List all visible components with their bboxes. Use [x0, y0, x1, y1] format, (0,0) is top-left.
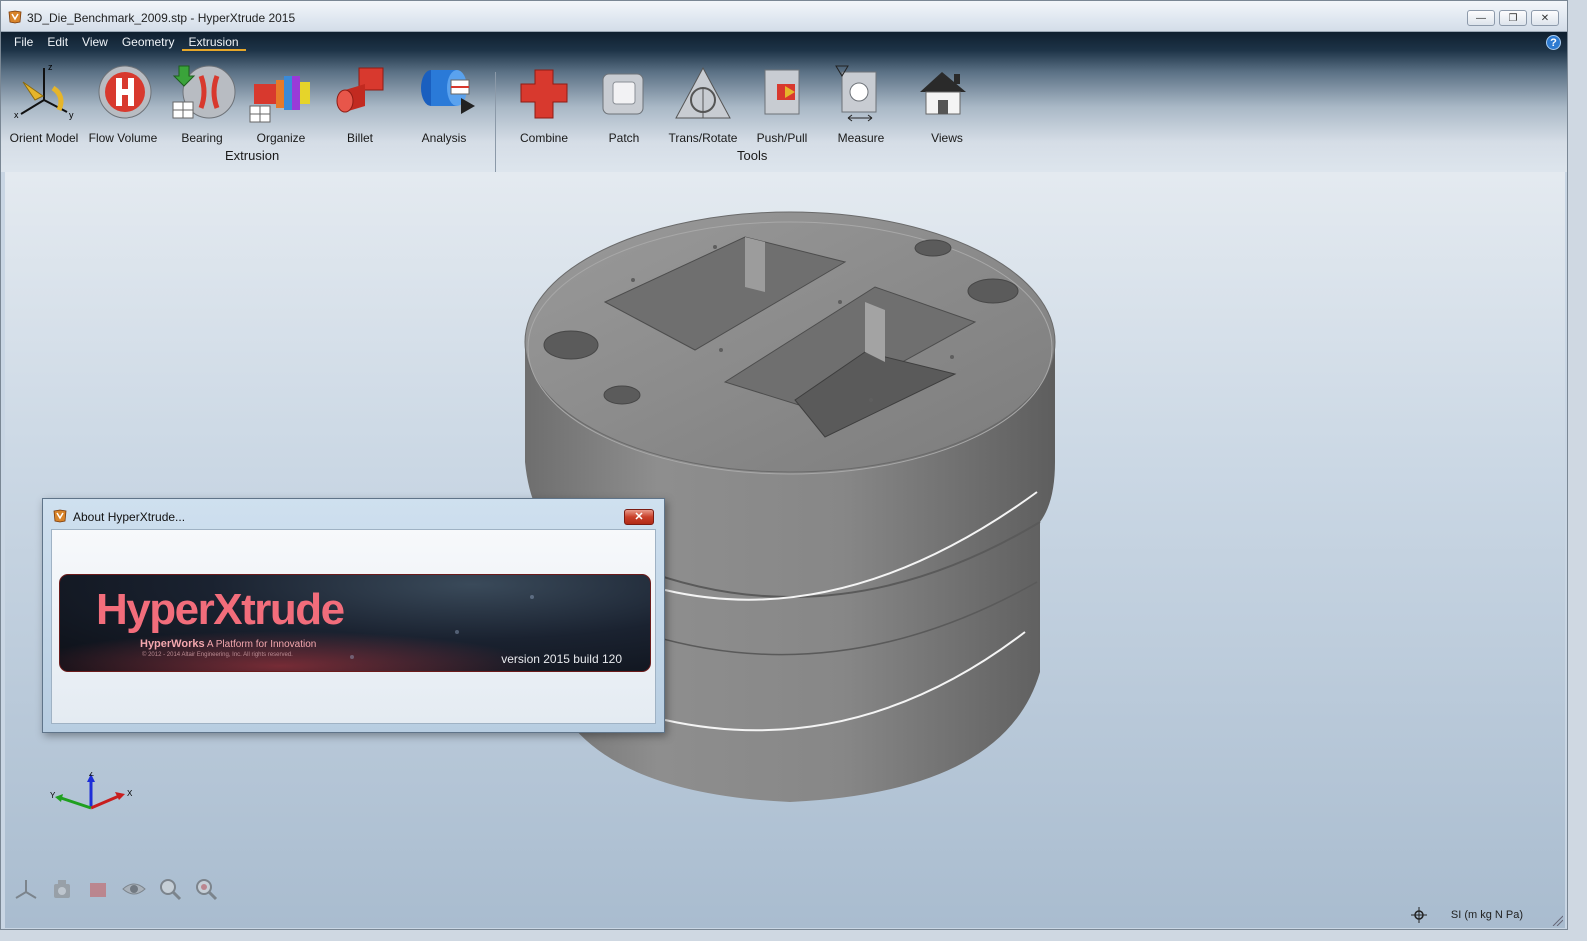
help-icon[interactable]: ? [1546, 35, 1561, 50]
product-logo: HyperXtrude [96, 585, 345, 634]
triad-z-label: Z [89, 772, 94, 778]
menu-geometry[interactable]: Geometry [115, 33, 182, 51]
measure-button[interactable]: Measure [821, 62, 901, 145]
analysis-label: Analysis [421, 131, 467, 145]
minimize-icon: — [1476, 12, 1486, 24]
orient-model-icon: z x y [14, 62, 74, 120]
about-dialog-titlebar[interactable]: About HyperXtrude... ✕ [43, 499, 664, 527]
views-label: Views [931, 131, 963, 145]
combine-icon [520, 69, 568, 119]
combine-button[interactable]: Combine [504, 62, 584, 145]
copyright-text: © 2012 - 2014 Altair Engineering, Inc. A… [142, 652, 293, 658]
flow-volume-icon [98, 65, 152, 119]
eye-icon[interactable] [121, 876, 147, 902]
organize-button[interactable]: Organize [241, 62, 321, 145]
product-banner: HyperXtrude HyperWorks A Platform for In… [59, 574, 651, 672]
bearing-button[interactable]: Bearing [162, 62, 242, 145]
window-title: 3D_Die_Benchmark_2009.stp - HyperXtrude … [27, 11, 296, 25]
about-dialog-title: About HyperXtrude... [73, 510, 186, 524]
measure-icon [835, 65, 877, 122]
patch-icon [602, 73, 644, 115]
menu-file[interactable]: File [7, 33, 40, 51]
close-icon: ✕ [634, 511, 644, 523]
version-text: version 2015 build 120 [501, 652, 622, 666]
restore-icon: ❐ [1508, 12, 1518, 24]
analysis-icon [421, 70, 475, 114]
zoom-area-icon[interactable] [193, 876, 219, 902]
units-label[interactable]: SI (m kg N Pa) [1451, 909, 1523, 921]
ribbon: File Edit View Geometry Extrusion ? z x … [1, 32, 1567, 192]
tagline-brand: HyperWorks [140, 638, 205, 650]
flow-volume-button[interactable]: Flow Volume [83, 62, 163, 145]
app-icon [53, 509, 67, 523]
axis-view-icon[interactable] [13, 876, 39, 902]
view-toolbar [13, 876, 219, 902]
menu-bar: File Edit View Geometry Extrusion [7, 33, 246, 51]
menu-extrusion[interactable]: Extrusion [181, 33, 246, 51]
about-close-button[interactable]: ✕ [624, 509, 654, 525]
snap-icon[interactable] [1411, 907, 1427, 923]
push-pull-icon [764, 69, 800, 115]
views-icon [920, 72, 966, 115]
fit-view-icon[interactable] [85, 876, 111, 902]
application-window: 3D_Die_Benchmark_2009.stp - HyperXtrude … [0, 0, 1568, 930]
triad-x-label: X [127, 789, 133, 798]
minimize-button[interactable]: — [1467, 10, 1495, 26]
tools-group-label: Tools [737, 148, 768, 163]
close-icon: ✕ [1540, 12, 1550, 24]
billet-icon [336, 67, 384, 113]
resize-grip-icon[interactable] [1551, 914, 1563, 926]
push-pull-button[interactable]: Push/Pull [742, 62, 822, 145]
title-bar: 3D_Die_Benchmark_2009.stp - HyperXtrude … [1, 1, 1567, 32]
svg-text:z: z [48, 62, 53, 72]
about-dialog-body: HyperXtrude HyperWorks A Platform for In… [51, 529, 656, 724]
views-button[interactable]: Views [907, 62, 987, 145]
zoom-icon[interactable] [157, 876, 183, 902]
restore-button[interactable]: ❐ [1499, 10, 1527, 26]
patch-button[interactable]: Patch [584, 62, 664, 145]
billet-button[interactable]: Billet [320, 62, 400, 145]
axis-triad: Z X Y [50, 772, 133, 810]
analysis-button[interactable]: Analysis [404, 62, 484, 145]
menu-view[interactable]: View [75, 33, 115, 51]
extrusion-group-label: Extrusion [225, 148, 280, 163]
tagline: HyperWorks A Platform for Innovation [140, 638, 316, 650]
triad-y-label: Y [50, 791, 56, 800]
measure-label: Measure [837, 131, 885, 145]
organize-icon [249, 76, 310, 123]
trans-rotate-icon [675, 66, 731, 119]
about-dialog: About HyperXtrude... ✕ HyperXtrude Hyper… [42, 498, 665, 733]
app-icon [8, 10, 22, 24]
svg-text:y: y [69, 110, 74, 120]
trans-rotate-button[interactable]: Trans/Rotate [663, 62, 743, 145]
svg-text:x: x [14, 110, 19, 120]
tagline-text: A Platform for Innovation [206, 639, 317, 650]
close-window-button[interactable]: ✕ [1531, 10, 1559, 26]
orient-model-button[interactable]: z x y Orient Model [4, 62, 84, 145]
menu-edit[interactable]: Edit [40, 33, 75, 51]
bearing-icon [172, 65, 236, 119]
camera-icon[interactable] [49, 876, 75, 902]
